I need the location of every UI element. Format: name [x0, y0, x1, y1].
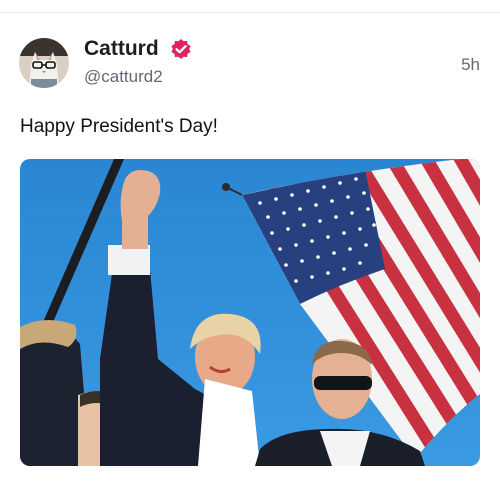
author-name[interactable]: Catturd [84, 37, 159, 61]
post-text: Happy President's Day! [20, 116, 218, 137]
photo-illustration [20, 159, 480, 466]
author-avatar[interactable] [19, 38, 69, 88]
author-handle[interactable]: @catturd2 [84, 67, 163, 87]
cat-avatar-icon [19, 38, 69, 88]
verified-badge-icon [171, 39, 191, 59]
top-divider [0, 12, 500, 13]
post-media-photo[interactable] [20, 159, 480, 466]
post-timestamp[interactable]: 5h [461, 55, 480, 75]
